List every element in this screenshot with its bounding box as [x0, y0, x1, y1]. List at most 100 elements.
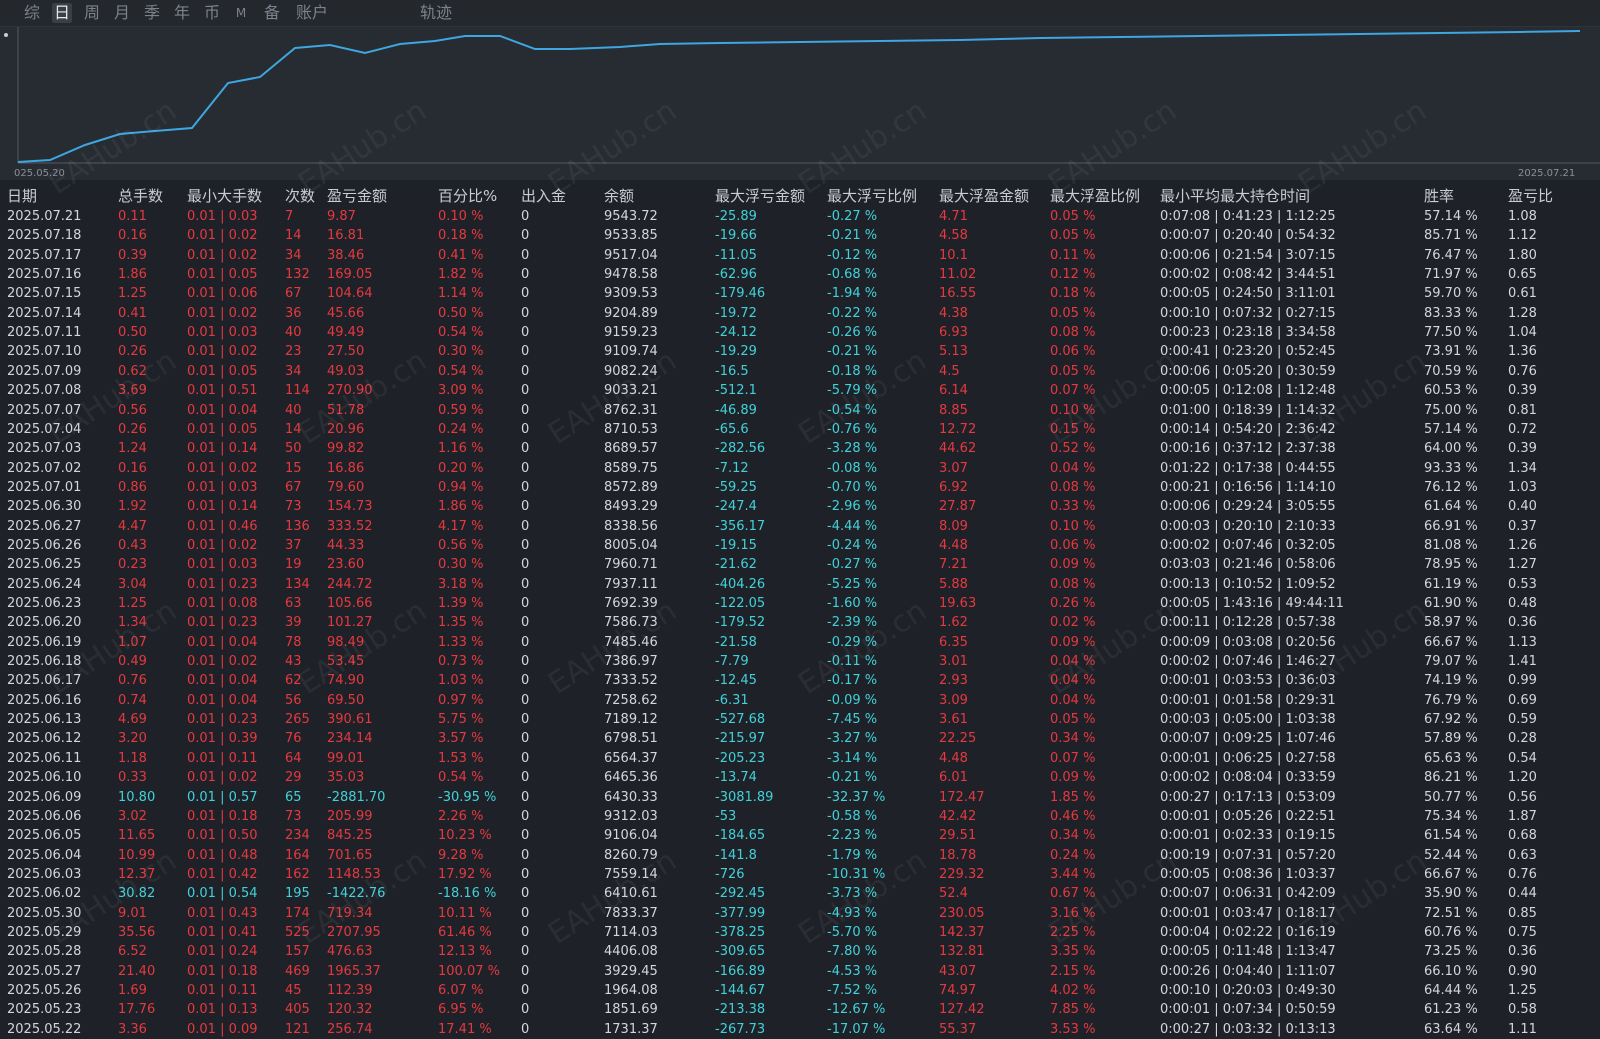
table-cell: 0 [521, 209, 530, 224]
table-cell: 1.41 [1508, 654, 1537, 670]
tab-9[interactable]: 账户 [294, 3, 330, 23]
column-header-2[interactable]: 最小大手数 [187, 185, 262, 206]
table-cell: 0.40 [1508, 499, 1537, 515]
table-cell: 0.68 [1508, 828, 1537, 844]
table-cell: 34 [285, 363, 302, 379]
table-cell: 78 [285, 634, 302, 650]
table-cell: 0 [521, 228, 530, 244]
column-header-5[interactable]: 百分比% [438, 185, 497, 206]
table-cell: -25.89 [715, 209, 757, 224]
column-header-4[interactable]: 盈亏金额 [327, 185, 387, 206]
tab-6[interactable]: 币 [202, 3, 222, 23]
table-cell: 0.26 [118, 344, 147, 360]
table-cell: 0:00:07 | 0:20:40 | 0:54:32 [1160, 228, 1336, 244]
table-cell: 0.59 [1508, 712, 1537, 728]
column-header-6[interactable]: 出入金 [521, 185, 566, 206]
column-header-14[interactable]: 盈亏比 [1508, 185, 1553, 206]
column-header-0[interactable]: 日期 [7, 185, 37, 206]
table-cell: 0.09 % [1050, 770, 1096, 786]
table-cell: 0 [521, 305, 530, 321]
table-cell: 8762.31 [604, 402, 658, 418]
table-cell: 0.76 [1508, 866, 1537, 882]
tab-10[interactable]: 轨迹 [418, 3, 454, 23]
table-cell: -32.37 % [827, 789, 886, 805]
table-cell: 172.47 [939, 789, 985, 805]
table-cell: 1148.53 [327, 866, 381, 882]
table-cell: 0.52 % [1050, 441, 1096, 457]
table-cell: 2025.06.09 [7, 789, 82, 805]
table-cell: -3081.89 [715, 789, 774, 805]
column-header-12[interactable]: 最小平均最大持仓时间 [1160, 185, 1310, 206]
table-cell: 2025.06.06 [7, 808, 82, 824]
table-cell: 8.85 [939, 402, 968, 418]
table-cell: 9533.85 [604, 228, 658, 244]
table-cell: 0.18 % [438, 228, 484, 244]
table-cell: 0:00:41 | 0:23:20 | 0:52:45 [1160, 344, 1336, 360]
table-cell: 0.54 % [438, 325, 484, 341]
tab-0[interactable]: 综 [22, 3, 42, 23]
column-header-11[interactable]: 最大浮盈比例 [1050, 185, 1140, 206]
tab-2[interactable]: 周 [82, 3, 102, 23]
table-cell: 0:07:08 | 0:41:23 | 1:12:25 [1160, 209, 1336, 224]
column-header-1[interactable]: 总手数 [118, 185, 163, 206]
table-cell: 1.39 % [438, 596, 484, 611]
table-cell: 0.01 | 0.23 [187, 615, 258, 631]
table-cell: -205.23 [715, 750, 766, 766]
table-cell: 1.25 [1508, 983, 1537, 998]
table-cell: 98.49 [327, 634, 365, 650]
table-cell: -122.05 [715, 596, 766, 611]
table-cell: 9309.53 [604, 286, 658, 302]
table-cell: 10.23 % [438, 828, 492, 844]
table-cell: 0 [521, 537, 530, 553]
tab-1[interactable]: 日 [52, 3, 72, 23]
table-cell: 0.01 | 0.18 [187, 808, 258, 824]
table-cell: -144.67 [715, 983, 766, 998]
table-cell: -12.45 [715, 673, 757, 689]
table-cell: -0.24 % [827, 537, 878, 553]
column-header-7[interactable]: 余额 [604, 185, 634, 206]
table-cell: -0.17 % [827, 673, 878, 689]
tab-4[interactable]: 季 [142, 3, 162, 23]
table-cell: 0:00:07 | 0:06:31 | 0:42:09 [1160, 886, 1336, 902]
table-cell: 9.01 [118, 905, 147, 921]
table-cell: 0.26 % [1050, 596, 1096, 611]
column-header-13[interactable]: 胜率 [1424, 185, 1454, 206]
table-cell: 1.53 % [438, 750, 484, 766]
table-cell: 29 [285, 770, 302, 786]
table-cell: 1.25 [118, 286, 147, 302]
column-header-9[interactable]: 最大浮亏比例 [827, 185, 917, 206]
table-cell: 0.39 [1508, 383, 1537, 399]
table-cell: 0.46 % [1050, 808, 1096, 824]
tab-3[interactable]: 月 [112, 3, 132, 23]
tab-7[interactable]: M [234, 3, 248, 23]
table-cell: 76.79 % [1424, 692, 1478, 708]
table-cell: 4.38 [939, 305, 968, 321]
table-cell: 2025.07.10 [7, 344, 82, 360]
table-cell: 0:00:10 | 0:07:32 | 0:27:15 [1160, 305, 1336, 321]
table-cell: 2025.05.29 [7, 924, 82, 940]
table-cell: 0.65 [1508, 267, 1537, 283]
table-cell: 2025.07.01 [7, 479, 82, 495]
table-cell: 0.06 % [1050, 344, 1096, 360]
table-cell: 0.30 % [438, 344, 484, 360]
column-header-10[interactable]: 最大浮盈金额 [939, 185, 1029, 206]
column-header-8[interactable]: 最大浮亏金额 [715, 185, 805, 206]
table-cell: 0.09 % [1050, 557, 1096, 573]
tab-8[interactable]: 备 [262, 3, 282, 23]
table-cell: 0.01 | 0.51 [187, 383, 258, 399]
table-cell: 73.25 % [1424, 944, 1478, 960]
table-cell: 0 [521, 673, 530, 689]
table-cell: 14 [285, 421, 302, 437]
table-cell: 0.08 % [1050, 325, 1096, 341]
table-cell: 0.16 [118, 460, 147, 476]
table-cell: 0.43 [118, 537, 147, 553]
table-cell: 1.25 [118, 596, 147, 611]
column-header-3[interactable]: 次数 [285, 185, 315, 206]
table-cell: 0:00:05 | 0:24:50 | 3:11:01 [1160, 286, 1336, 302]
table-cell: 2.93 [939, 673, 968, 689]
table-cell: 7559.14 [604, 866, 658, 882]
table-cell: 2025.05.28 [7, 944, 82, 960]
table-cell: 10.11 % [438, 905, 492, 921]
table-cell: -404.26 [715, 576, 766, 592]
tab-5[interactable]: 年 [172, 3, 192, 23]
